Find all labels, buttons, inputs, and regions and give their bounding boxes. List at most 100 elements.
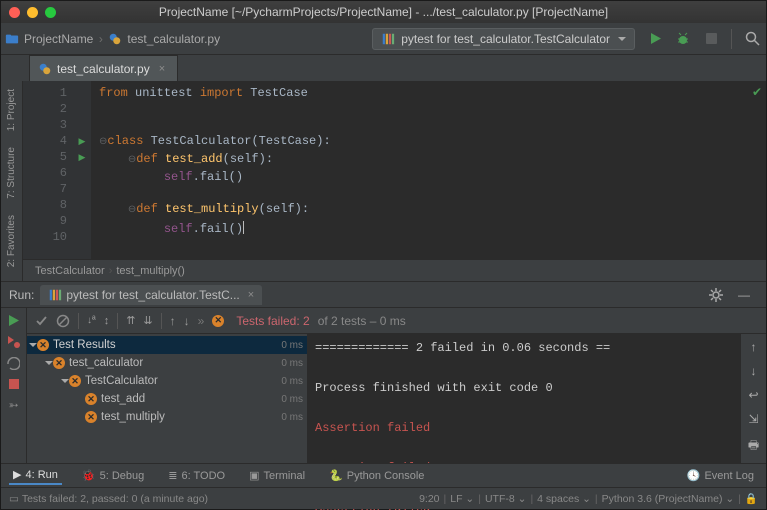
line-separator[interactable]: LF ⌄ — [450, 493, 474, 505]
scroll-to-end-button[interactable]: ⇲ — [748, 412, 758, 426]
editor-tab[interactable]: test_calculator.py × — [29, 55, 178, 81]
run-config-dropdown[interactable]: pytest for test_calculator.TestCalculato… — [372, 28, 635, 50]
stop-run-button[interactable] — [8, 378, 20, 390]
run-toolwindow-header: Run: pytest for test_calculator.TestC...… — [1, 281, 766, 307]
breadcrumb-label: ProjectName — [24, 32, 93, 46]
project-tool-button[interactable]: 1: Project — [6, 81, 17, 139]
inspection-ok-icon: ✔ — [752, 85, 762, 101]
fail-icon — [212, 315, 224, 327]
bottom-debug[interactable]: 🐞 5: Debug — [78, 467, 148, 484]
prev-failed-button[interactable]: ↑ — [170, 314, 176, 328]
scroll-down-button[interactable]: ↓ — [751, 364, 757, 378]
window-title: ProjectName [~/PycharmProjects/ProjectNa… — [159, 5, 608, 19]
stop-icon — [8, 378, 20, 390]
check-icon — [35, 314, 48, 327]
run-left-icons: ➳ — [1, 308, 27, 463]
toggle-icon — [7, 357, 20, 370]
print-button[interactable]: 🖶 — [748, 436, 759, 457]
assertion-failed-line: Assertion failed — [315, 418, 732, 438]
softwrap-button[interactable]: ↩ — [748, 388, 758, 402]
test-tree[interactable]: Test Results0 ms test_calculator0 ms Tes… — [27, 334, 307, 463]
status-message: Tests failed: 2, passed: 0 (a minute ago… — [22, 493, 208, 505]
pytest-icon — [381, 32, 395, 46]
hide-toolwindow-button[interactable]: — — [732, 283, 756, 307]
run-label: Run: — [9, 288, 34, 302]
expand-button[interactable]: ↕ — [104, 315, 110, 327]
run-settings-button[interactable] — [704, 283, 728, 307]
status-bar: ▭ Tests failed: 2, passed: 0 (a minute a… — [1, 487, 766, 509]
toggle-test-button[interactable] — [7, 357, 20, 370]
summary-total: of 2 tests – 0 ms — [318, 314, 406, 328]
navigation-toolbar: ProjectName test_calculator.py pytest fo… — [1, 23, 766, 55]
pytest-icon — [48, 288, 62, 302]
python-file-icon — [38, 62, 52, 76]
run-toolwindow: ➳ ↓ª ↕ ⇈ ⇊ ↑ ↓ » Tests failed: 2 of 2 te… — [1, 307, 766, 463]
next-failed-button[interactable]: ↓ — [184, 314, 190, 328]
minimize-icon: — — [738, 288, 750, 302]
coverage-button[interactable] — [699, 27, 723, 51]
line-gutter[interactable]: 123 456 789 10 — [23, 81, 73, 259]
read-lock-icon[interactable]: 🔒 — [745, 492, 758, 505]
test-output[interactable]: ============= 2 failed in 0.06 seconds =… — [307, 334, 740, 463]
editor-content[interactable]: ✔ from unittest import TestCase ⊖class T… — [91, 81, 766, 259]
stop-icon — [705, 32, 718, 45]
search-button[interactable] — [740, 27, 764, 51]
editor-tabs: test_calculator.py × — [1, 55, 766, 81]
play-icon — [7, 314, 20, 327]
collapse-all-button[interactable]: ⇈ — [126, 314, 135, 327]
test-toolbar: ↓ª ↕ ⇈ ⇊ ↑ ↓ » Tests failed: 2 of 2 test… — [27, 308, 766, 334]
bug-icon — [676, 32, 690, 46]
rerun-button[interactable] — [7, 314, 20, 327]
tree-item[interactable]: test_calculator0 ms — [27, 354, 307, 372]
gutter-marks[interactable]: ▶▶ — [73, 81, 91, 259]
function-breadcrumb[interactable]: TestCalculator › test_multiply() — [23, 259, 766, 281]
rerun-failed-button[interactable] — [7, 335, 21, 349]
caret-position[interactable]: 9:20 — [419, 493, 439, 505]
show-passed-button[interactable] — [35, 314, 48, 327]
bottom-terminal[interactable]: ▣ Terminal — [245, 467, 309, 484]
search-icon — [745, 31, 760, 46]
play-icon — [649, 32, 662, 45]
favorites-tool-button[interactable]: 2: Favorites — [6, 207, 17, 275]
tree-root[interactable]: Test Results0 ms — [27, 336, 307, 354]
interpreter-info[interactable]: Python 3.6 (ProjectName) ⌄ — [602, 493, 735, 505]
breadcrumb-label: test_calculator.py — [127, 32, 220, 46]
run-config-tab[interactable]: pytest for test_calculator.TestC... × — [40, 285, 262, 305]
close-tab-icon[interactable]: × — [159, 63, 165, 75]
breadcrumb-separator — [97, 27, 104, 51]
bottom-todo[interactable]: ≣ 6: TODO — [164, 467, 229, 484]
tree-item[interactable]: TestCalculator0 ms — [27, 372, 307, 390]
close-run-tab-icon[interactable]: × — [248, 289, 254, 301]
titlebar: ProjectName [~/PycharmProjects/ProjectNa… — [1, 1, 766, 23]
bottom-python-console[interactable]: 🐍 Python Console — [325, 467, 428, 484]
minimize-window-button[interactable] — [27, 7, 38, 18]
indent-info[interactable]: 4 spaces ⌄ — [537, 493, 591, 505]
status-tests-icon: ▭ — [9, 493, 19, 505]
breadcrumb-project[interactable]: ProjectName — [1, 23, 97, 54]
tree-item[interactable]: test_multiply0 ms — [27, 408, 307, 426]
output-line: ============= 2 failed in 0.06 seconds =… — [315, 338, 732, 358]
tab-label: test_calculator.py — [57, 62, 150, 76]
sort-button[interactable]: ↓ª — [87, 315, 96, 326]
breadcrumb-file[interactable]: test_calculator.py — [104, 23, 224, 54]
scroll-up-button[interactable]: ↑ — [751, 340, 757, 354]
pin-button[interactable]: ➳ — [8, 398, 18, 412]
rerun-failed-icon — [7, 335, 21, 349]
bottom-run[interactable]: ▶ 4: Run — [9, 466, 62, 485]
event-log[interactable]: 🕓 Event Log — [683, 467, 758, 484]
run-tab-label: pytest for test_calculator.TestC... — [66, 288, 239, 302]
expand-all-button[interactable]: ⇊ — [143, 314, 152, 327]
output-line: Process finished with exit code 0 — [315, 378, 732, 398]
editor[interactable]: 123 456 789 10 ▶▶ ✔ from unittest import… — [23, 81, 766, 281]
folder-icon — [5, 32, 19, 46]
close-window-button[interactable] — [9, 7, 20, 18]
python-file-icon — [108, 32, 122, 46]
encoding[interactable]: UTF-8 ⌄ — [485, 493, 526, 505]
tree-item[interactable]: test_add0 ms — [27, 390, 307, 408]
show-ignored-button[interactable] — [56, 314, 70, 328]
run-button[interactable] — [643, 27, 667, 51]
blocked-icon — [56, 314, 70, 328]
maximize-window-button[interactable] — [45, 7, 56, 18]
debug-button[interactable] — [671, 27, 695, 51]
structure-tool-button[interactable]: 7: Structure — [6, 139, 17, 207]
